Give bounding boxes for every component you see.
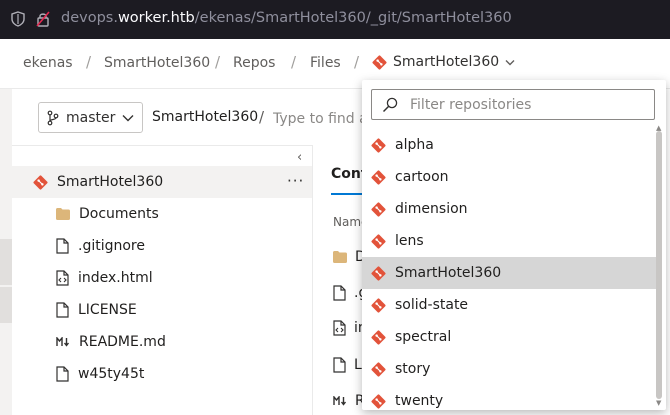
scroll-down-arrow-icon[interactable]: ▼	[656, 399, 661, 407]
repo-option-label: story	[395, 361, 431, 377]
more-actions-button[interactable]: ···	[287, 172, 304, 190]
git-repo-icon	[371, 201, 386, 217]
git-repo-icon	[371, 265, 386, 281]
tree-item-w45ty45t[interactable]: w45ty45t	[56, 366, 144, 382]
markdown-icon	[333, 396, 347, 406]
branch-selector[interactable]: master	[38, 102, 143, 133]
git-repo-icon	[371, 329, 386, 345]
filter-box[interactable]	[371, 89, 655, 120]
repo-option-label: SmartHotel360	[395, 265, 502, 281]
url-host: worker.htb	[117, 10, 195, 26]
git-repo-icon	[372, 54, 387, 70]
tree-item-gitignore[interactable]: .gitignore	[56, 238, 145, 254]
repo-option-spectral[interactable]: spectral	[362, 321, 657, 353]
tree-item-label: Documents	[79, 206, 159, 222]
git-repo-icon	[371, 233, 386, 249]
repo-selector[interactable]: SmartHotel360	[372, 54, 515, 70]
search-icon	[382, 97, 398, 113]
tree-item-index-html[interactable]: index.html	[56, 270, 153, 286]
file-icon	[56, 366, 69, 382]
file-icon	[56, 238, 69, 254]
tree-item-label: index.html	[78, 270, 153, 286]
breadcrumb-separator: /	[215, 53, 221, 71]
repo-selector-label: SmartHotel360	[393, 54, 500, 70]
browser-url-bar[interactable]: devops.worker.htb/ekenas/SmartHotel360/_…	[0, 0, 670, 39]
url-text[interactable]: devops.worker.htb/ekenas/SmartHotel360/_…	[61, 10, 512, 26]
filter-repositories-input[interactable]	[410, 96, 640, 113]
path-separator: /	[259, 108, 265, 126]
chevron-down-icon	[505, 59, 515, 66]
dropdown-scrollbar[interactable]: ▲ ▼	[655, 124, 663, 407]
tree-item-documents[interactable]: Documents	[56, 206, 159, 222]
shield-icon[interactable]	[11, 11, 25, 27]
repo-option-label: alpha	[395, 137, 434, 153]
content-row[interactable]: D	[333, 249, 366, 265]
repo-option-label: spectral	[395, 329, 452, 345]
gutter-block	[0, 287, 12, 323]
insecure-lock-icon[interactable]	[36, 11, 50, 27]
repo-option-label: twenty	[395, 393, 444, 409]
git-repo-icon	[371, 297, 386, 313]
breadcrumb-item-ekenas[interactable]: ekenas	[23, 55, 73, 71]
content-row[interactable]: LI	[333, 357, 366, 373]
file-icon	[56, 302, 69, 318]
file-search-input[interactable]	[273, 109, 365, 129]
tree-item-label: .gitignore	[78, 238, 145, 254]
branch-label: master	[66, 109, 116, 126]
file-icon	[333, 357, 346, 373]
repo-option-alpha[interactable]: alpha	[362, 129, 657, 161]
folder-icon	[333, 251, 347, 263]
gutter-block	[0, 239, 12, 285]
repo-list: alpha cartoon dimension lens SmartHotel360 so…	[362, 129, 657, 410]
tree-item-license[interactable]: LICENSE	[56, 302, 137, 318]
breadcrumb-item-project[interactable]: SmartHotel360	[104, 55, 210, 71]
chevron-down-icon	[122, 114, 134, 122]
repo-option-story[interactable]: story	[362, 353, 657, 385]
git-repo-icon	[371, 393, 386, 409]
tree-item-label: LICENSE	[78, 302, 137, 318]
git-repo-icon	[371, 361, 386, 377]
tree-root-item[interactable]: SmartHotel360	[33, 174, 163, 190]
repo-option-twenty[interactable]: twenty	[362, 385, 657, 410]
git-repo-icon	[371, 169, 386, 185]
file-icon	[333, 285, 346, 301]
repo-option-label: cartoon	[395, 169, 449, 185]
repo-option-label: lens	[395, 233, 424, 249]
collapse-tree-button[interactable]: ‹	[297, 150, 302, 165]
repo-option-label: dimension	[395, 201, 468, 217]
repo-option-cartoon[interactable]: cartoon	[362, 161, 657, 193]
repo-option-label: solid-state	[395, 297, 469, 313]
breadcrumb-item-files[interactable]: Files	[310, 55, 341, 71]
tree-root-label: SmartHotel360	[57, 174, 164, 190]
repo-option-smarthotel360[interactable]: SmartHotel360	[362, 257, 657, 289]
git-repo-icon	[371, 137, 386, 153]
tree-item-label: w45ty45t	[78, 366, 145, 382]
repo-option-solid-state[interactable]: solid-state	[362, 289, 657, 321]
breadcrumb-item-repos[interactable]: Repos	[233, 55, 275, 71]
tree-item-label: README.md	[79, 334, 166, 350]
scrollbar-thumb[interactable]	[656, 131, 662, 399]
path-repo-link[interactable]: SmartHotel360	[152, 109, 258, 125]
repo-option-dimension[interactable]: dimension	[362, 193, 657, 225]
git-repo-icon	[33, 174, 48, 190]
breadcrumb-separator: /	[291, 53, 297, 71]
branch-icon	[47, 110, 59, 126]
tree-item-readme[interactable]: README.md	[56, 334, 166, 350]
content-row[interactable]: R	[333, 393, 365, 409]
markdown-icon	[56, 337, 70, 347]
code-file-icon	[333, 320, 346, 336]
folder-icon	[56, 208, 70, 220]
code-file-icon	[56, 270, 69, 286]
breadcrumb-separator: /	[354, 53, 360, 71]
repo-option-lens[interactable]: lens	[362, 225, 657, 257]
breadcrumb-separator: /	[86, 53, 92, 71]
left-gutter	[0, 89, 12, 415]
url-prefix: devops.	[61, 10, 118, 26]
repo-dropdown: alpha cartoon dimension lens SmartHotel360 so…	[362, 80, 666, 410]
url-path: /ekenas/SmartHotel360/_git/SmartHotel360	[194, 10, 512, 26]
